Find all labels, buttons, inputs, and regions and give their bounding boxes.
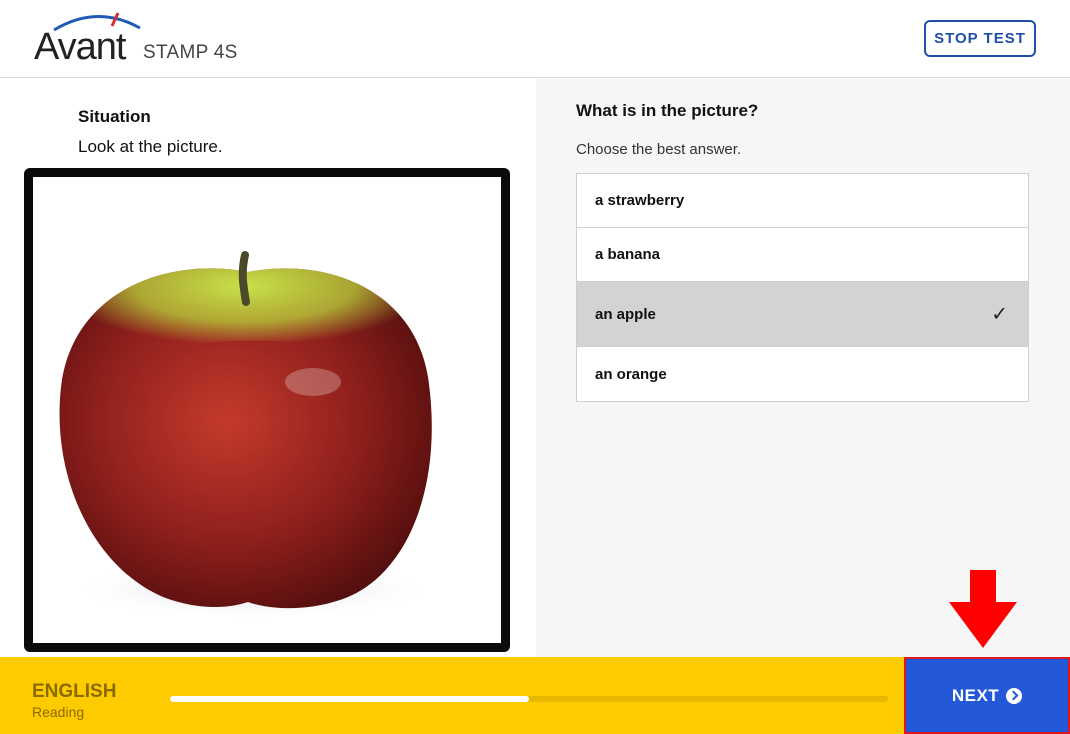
answer-option-label: an apple	[595, 305, 656, 323]
question-instruction: Choose the best answer.	[576, 141, 742, 158]
language-label: ENGLISH	[32, 681, 117, 702]
situation-panel: Situation Look at the picture.	[0, 79, 536, 657]
progress-bar	[170, 696, 888, 702]
apple-image	[33, 177, 501, 643]
stop-test-button[interactable]: STOP TEST	[924, 20, 1036, 57]
skill-label: Reading	[32, 704, 85, 720]
situation-title: Situation	[78, 107, 151, 126]
progress-fill	[170, 696, 529, 702]
checkmark-icon: ✓	[991, 303, 1008, 326]
answer-option-banana[interactable]: a banana	[577, 228, 1028, 282]
product-name: STAMP 4S	[143, 42, 238, 63]
answer-option-label: an orange	[595, 365, 667, 383]
answer-option-apple[interactable]: an apple ✓	[577, 282, 1028, 347]
next-button-label: NEXT	[951, 685, 1000, 705]
avant-logo: Avant STAMP 4S	[34, 8, 264, 68]
situation-picture	[24, 168, 510, 652]
question-prompt: What is in the picture?	[576, 101, 759, 120]
situation-text: Look at the picture.	[78, 137, 223, 156]
footer-bar: ENGLISH Reading NEXT	[0, 657, 1070, 734]
circle-chevron-right-icon	[1006, 687, 1023, 704]
app-header: Avant STAMP 4S STOP TEST	[0, 0, 1070, 78]
answer-option-strawberry[interactable]: a strawberry	[577, 174, 1028, 228]
answer-options: a strawberry a banana an apple ✓ an oran…	[576, 173, 1029, 402]
next-button[interactable]: NEXT	[904, 657, 1070, 734]
logo-wordmark: Avant	[34, 26, 126, 68]
down-arrow-icon	[949, 570, 1017, 648]
answer-option-label: a banana	[595, 246, 661, 263]
answer-option-label: a strawberry	[595, 192, 685, 209]
answer-option-orange[interactable]: an orange	[577, 347, 1028, 401]
